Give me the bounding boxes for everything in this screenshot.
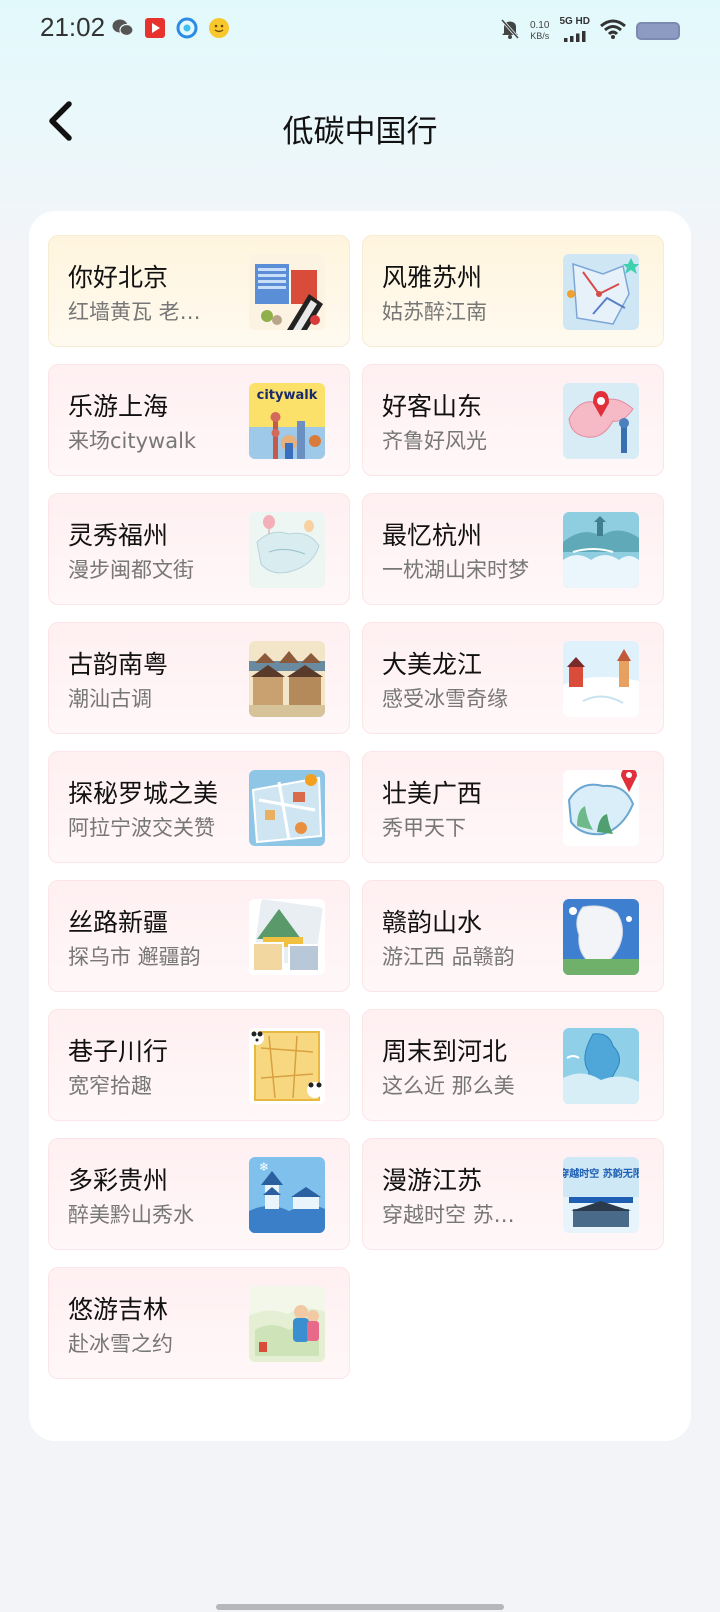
card-subtitle: 来场citywalk (68, 429, 197, 453)
card-subtitle: 潮汕古调 (68, 687, 152, 711)
shanghai-citywalk-thumbnail: citywalk (249, 383, 325, 459)
beijing-thumbnail (249, 254, 325, 330)
destination-card-beijing[interactable]: 你好北京 红墙黄瓦 老… (48, 235, 350, 347)
card-title: 悠游吉林 (68, 1295, 169, 1324)
destination-card-hebei[interactable]: 周末到河北 这么近 那么美 (362, 1009, 664, 1121)
card-title: 灵秀福州 (68, 521, 169, 550)
destination-card-shandong[interactable]: 好客山东 齐鲁好风光 (362, 364, 664, 476)
wifi-icon (600, 19, 626, 43)
card-subtitle: 秀甲天下 (382, 816, 466, 840)
card-subtitle: 感受冰雪奇缘 (382, 687, 508, 711)
card-subtitle: 姑苏醉江南 (382, 300, 487, 324)
hebei-map-thumbnail (563, 1028, 639, 1104)
status-notification-icons (112, 17, 230, 39)
card-subtitle: 一枕湖山宋时梦 (382, 558, 529, 582)
jiangsu-poster-text: 穿越时空 苏韵无限 (563, 1167, 639, 1180)
card-subtitle: 醉美黔山秀水 (68, 1203, 194, 1227)
destination-card-shanghai[interactable]: 乐游上海 来场citywalk citywalk (48, 364, 350, 476)
guizhou-thumbnail: ❄ (249, 1157, 325, 1233)
guangxi-map-thumbnail (563, 770, 639, 846)
card-title: 探秘罗城之美 (68, 779, 219, 808)
ningbo-map-thumbnail (249, 770, 325, 846)
wechat-icon (112, 17, 134, 39)
net-speed: 0.10 KB/s (529, 20, 550, 42)
destination-card-nanyue[interactable]: 古韵南粤 潮汕古调 (48, 622, 350, 734)
card-title: 赣韵山水 (382, 908, 483, 937)
destination-card-jiangxi[interactable]: 赣韵山水 游江西 品赣韵 (362, 880, 664, 992)
sichuan-thumbnail (249, 1028, 325, 1104)
card-title: 最忆杭州 (382, 521, 483, 550)
card-subtitle: 赴冰雪之约 (68, 1332, 173, 1356)
home-indicator[interactable] (216, 1604, 504, 1610)
citywalk-logo-text: citywalk (257, 388, 318, 403)
qq-browser-icon (176, 17, 198, 39)
status-time: 21:02 (40, 12, 106, 42)
destination-card-xinjiang[interactable]: 丝路新疆 探乌市 邂疆韵 (48, 880, 350, 992)
card-subtitle: 穿越时空 苏… (382, 1203, 515, 1227)
shandong-map-thumbnail (563, 383, 639, 459)
card-subtitle: 这么近 那么美 (382, 1074, 515, 1098)
destination-card-heilongjiang[interactable]: 大美龙江 感受冰雪奇缘 (362, 622, 664, 734)
net-speed-unit: KB/s (530, 31, 550, 41)
suzhou-map-thumbnail (563, 254, 639, 330)
destination-card-guangxi[interactable]: 壮美广西 秀甲天下 (362, 751, 664, 863)
card-subtitle: 齐鲁好风光 (382, 429, 487, 453)
card-title: 巷子川行 (68, 1037, 169, 1066)
card-title: 多彩贵州 (68, 1166, 169, 1195)
emoji-app-icon (208, 17, 230, 39)
svg-text:❄: ❄ (259, 1160, 269, 1174)
jiangxi-map-thumbnail (563, 899, 639, 975)
battery-icon (636, 22, 680, 40)
mute-icon (500, 18, 520, 44)
signal-icon (562, 27, 588, 46)
heilongjiang-thumbnail (563, 641, 639, 717)
network-indicator: 5G HD (559, 16, 590, 46)
card-title: 好客山东 (382, 392, 483, 421)
card-subtitle: 漫步闽都文街 (68, 558, 194, 582)
hangzhou-thumbnail (563, 512, 639, 588)
net-speed-value: 0.10 (529, 20, 550, 31)
card-title: 乐游上海 (68, 392, 169, 421)
status-bar: 21:02 0.10 KB/s 5G HD (0, 0, 720, 56)
destination-card-sichuan[interactable]: 巷子川行 宽窄拾趣 (48, 1009, 350, 1121)
destination-card-fuzhou[interactable]: 灵秀福州 漫步闽都文街 (48, 493, 350, 605)
header: 低碳中国行 (0, 90, 720, 160)
destination-card-jiangsu[interactable]: 漫游江苏 穿越时空 苏… 穿越时空 苏韵无限 (362, 1138, 664, 1250)
card-title: 大美龙江 (382, 650, 483, 679)
network-type: 5G HD (559, 16, 590, 27)
destination-card-suzhou[interactable]: 风雅苏州 姑苏醉江南 (362, 235, 664, 347)
chaoshan-thumbnail (249, 641, 325, 717)
card-subtitle: 红墙黄瓦 老… (68, 300, 201, 324)
card-title: 周末到河北 (382, 1037, 508, 1066)
card-subtitle: 阿拉宁波交关赞 (68, 816, 215, 840)
page-title: 低碳中国行 (282, 114, 438, 150)
destination-card-hangzhou[interactable]: 最忆杭州 一枕湖山宋时梦 (362, 493, 664, 605)
destination-card-ningbo[interactable]: 探秘罗城之美 阿拉宁波交关赞 (48, 751, 350, 863)
card-title: 丝路新疆 (68, 908, 169, 937)
fuzhou-map-thumbnail (249, 512, 325, 588)
card-title: 你好北京 (68, 263, 169, 292)
card-subtitle: 游江西 品赣韵 (382, 945, 515, 969)
card-subtitle: 宽窄拾趣 (68, 1074, 152, 1098)
card-title: 壮美广西 (382, 779, 483, 808)
card-title: 漫游江苏 (382, 1166, 483, 1195)
status-right-icons: 0.10 KB/s 5G HD (500, 16, 680, 46)
xinjiang-thumbnail (249, 899, 325, 975)
jilin-thumbnail (249, 1286, 325, 1362)
destination-card-guizhou[interactable]: 多彩贵州 醉美黔山秀水 ❄ (48, 1138, 350, 1250)
card-title: 风雅苏州 (382, 263, 483, 292)
destination-card-jilin[interactable]: 悠游吉林 赴冰雪之约 (48, 1267, 350, 1379)
card-subtitle: 探乌市 邂疆韵 (68, 945, 201, 969)
card-title: 古韵南粤 (68, 650, 169, 679)
video-app-icon (144, 17, 166, 39)
jiangsu-poster-thumbnail: 穿越时空 苏韵无限 (563, 1157, 639, 1233)
destination-panel: 你好北京 红墙黄瓦 老… 风雅苏州 姑苏醉江南 乐游上海 来场citywalk … (29, 211, 691, 1441)
